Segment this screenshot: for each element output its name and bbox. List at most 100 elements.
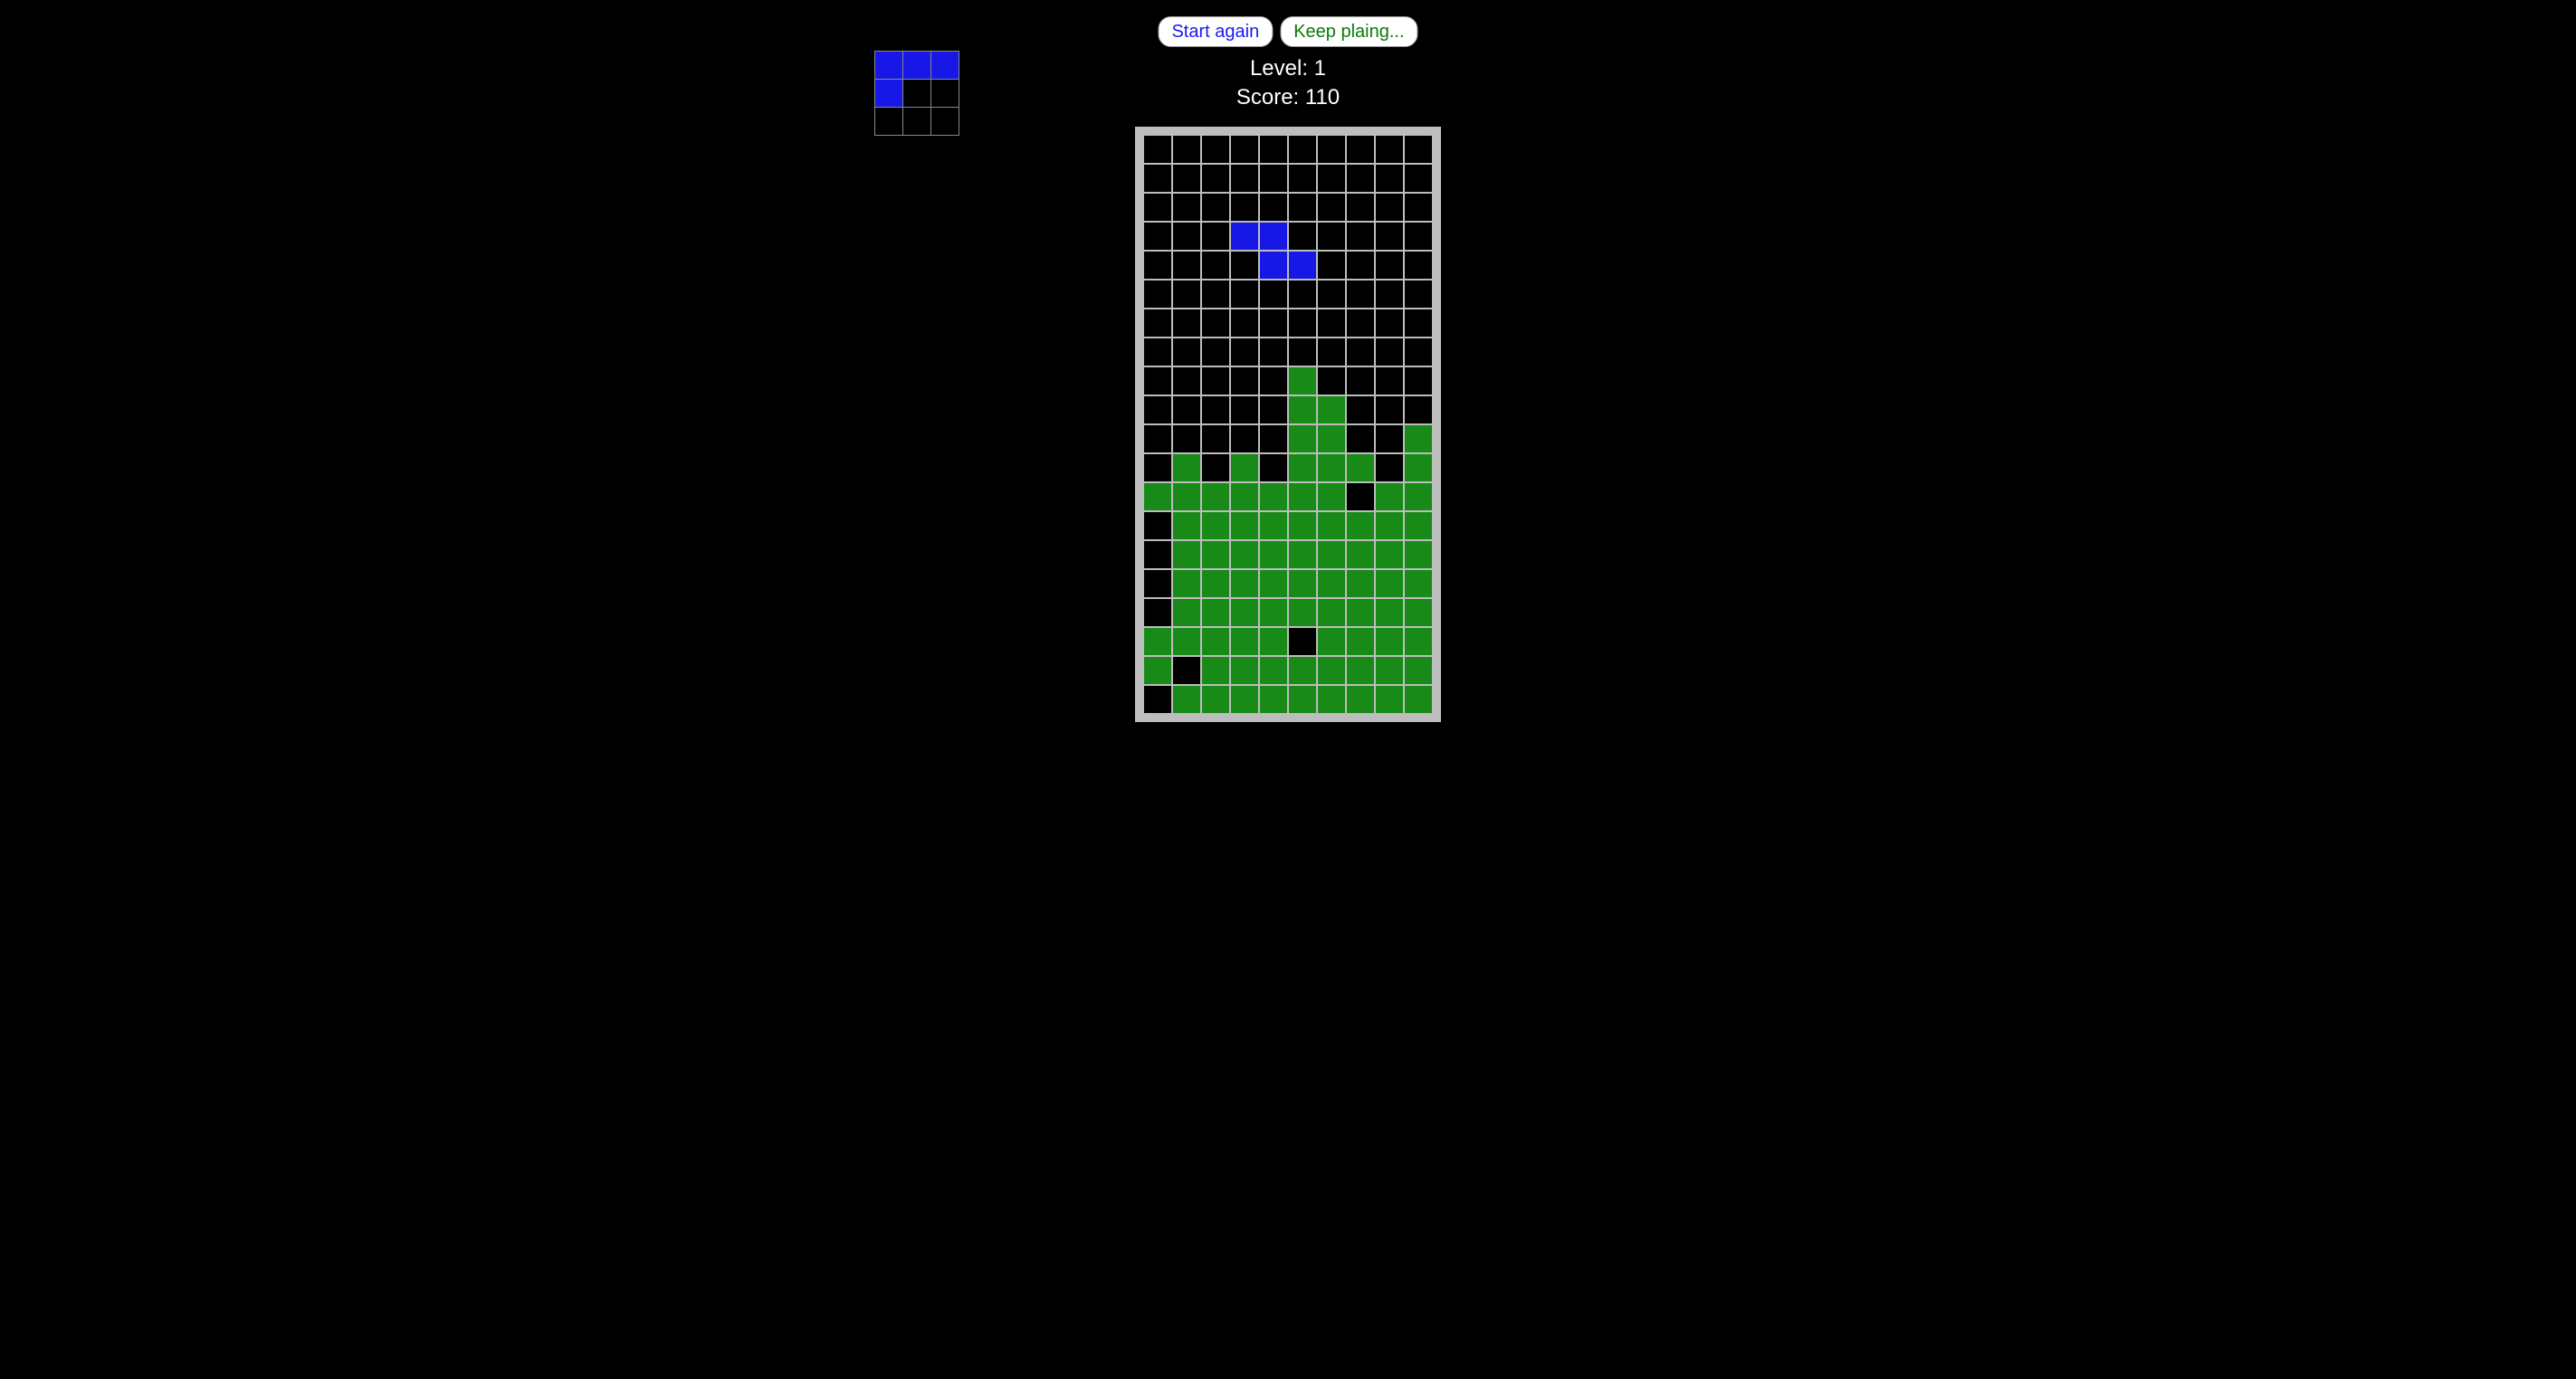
board-cell xyxy=(1202,194,1229,221)
game-stage: Start again Keep plaing... Level: 1 Scor… xyxy=(606,0,1970,729)
board-cell xyxy=(1405,338,1432,366)
board-cell xyxy=(1202,281,1229,308)
board-cell xyxy=(1144,570,1171,597)
board-cell xyxy=(1376,223,1403,250)
board-cell xyxy=(1260,483,1287,510)
board-cell xyxy=(1202,657,1229,684)
board-cell xyxy=(1231,570,1258,597)
level-label: Level: xyxy=(1250,56,1314,81)
board-cell xyxy=(1144,252,1171,279)
board-cell xyxy=(1173,454,1200,481)
board-cell xyxy=(1347,657,1374,684)
board-cell xyxy=(1260,252,1287,279)
board-cell xyxy=(1318,136,1345,163)
board-cell xyxy=(1231,194,1258,221)
board-cell xyxy=(1231,136,1258,163)
board-cell xyxy=(1202,252,1229,279)
board-cell xyxy=(1260,223,1287,250)
board-cell xyxy=(1318,396,1345,423)
board-cell xyxy=(1231,599,1258,626)
board-cell xyxy=(1260,512,1287,539)
board-cell xyxy=(1260,309,1287,337)
board-cell xyxy=(1289,541,1316,568)
board-cell xyxy=(1260,599,1287,626)
preview-cell xyxy=(875,52,902,79)
board-cell xyxy=(1318,686,1345,713)
board-cell xyxy=(1289,136,1316,163)
preview-cell xyxy=(875,108,902,135)
board-cell xyxy=(1376,570,1403,597)
board-cell xyxy=(1231,165,1258,192)
board-cell xyxy=(1405,657,1432,684)
board-cell xyxy=(1347,570,1374,597)
board-cell xyxy=(1289,165,1316,192)
board-cell xyxy=(1376,281,1403,308)
preview-cell xyxy=(931,108,959,135)
board-cell xyxy=(1347,483,1374,510)
board-cell xyxy=(1260,425,1287,452)
score-line: Score: 110 xyxy=(1236,83,1340,112)
board-cell xyxy=(1405,570,1432,597)
board-cell xyxy=(1144,686,1171,713)
board-cell xyxy=(1318,599,1345,626)
board-cell xyxy=(1202,512,1229,539)
board-cell xyxy=(1173,136,1200,163)
board-cell xyxy=(1376,252,1403,279)
board-cell xyxy=(1347,599,1374,626)
board-cell xyxy=(1144,657,1171,684)
board-cell xyxy=(1260,194,1287,221)
board-cell xyxy=(1173,599,1200,626)
board-cell xyxy=(1318,483,1345,510)
board-cell xyxy=(1347,252,1374,279)
board-cell xyxy=(1144,425,1171,452)
board-cell xyxy=(1202,541,1229,568)
preview-cell xyxy=(903,52,930,79)
board-cell xyxy=(1289,281,1316,308)
board-cell xyxy=(1405,367,1432,395)
board-cell xyxy=(1231,252,1258,279)
board-cell xyxy=(1289,252,1316,279)
board-cell xyxy=(1376,628,1403,655)
board-cell xyxy=(1376,425,1403,452)
board-cell xyxy=(1260,396,1287,423)
board-cell xyxy=(1173,425,1200,452)
board-cell xyxy=(1173,628,1200,655)
preview-cell xyxy=(931,80,959,107)
board-cell xyxy=(1173,165,1200,192)
start-again-button[interactable]: Start again xyxy=(1158,16,1273,47)
board-cell xyxy=(1144,628,1171,655)
board-cell xyxy=(1231,338,1258,366)
play-board[interactable] xyxy=(1144,136,1432,713)
board-cell xyxy=(1144,541,1171,568)
board-cell xyxy=(1347,454,1374,481)
level-value: 1 xyxy=(1314,56,1326,81)
keep-playing-button[interactable]: Keep plaing... xyxy=(1280,16,1417,47)
board-cell xyxy=(1260,541,1287,568)
board-cell xyxy=(1318,281,1345,308)
board-cell xyxy=(1405,396,1432,423)
board-cell xyxy=(1405,136,1432,163)
preview-cell xyxy=(903,108,930,135)
board-cell xyxy=(1405,686,1432,713)
board-cell xyxy=(1173,367,1200,395)
board-cell xyxy=(1144,396,1171,423)
board-cell xyxy=(1405,628,1432,655)
board-cell xyxy=(1376,367,1403,395)
board-cell xyxy=(1347,136,1374,163)
board-cell xyxy=(1347,194,1374,221)
board-cell xyxy=(1202,425,1229,452)
board-cell xyxy=(1173,686,1200,713)
board-cell xyxy=(1347,686,1374,713)
board-cell xyxy=(1347,309,1374,337)
board-cell xyxy=(1231,367,1258,395)
board-cell xyxy=(1376,338,1403,366)
board-cell xyxy=(1231,425,1258,452)
board-cell xyxy=(1144,194,1171,221)
board-cell xyxy=(1318,165,1345,192)
board-cell xyxy=(1318,512,1345,539)
board-cell xyxy=(1260,281,1287,308)
board-cell xyxy=(1289,194,1316,221)
board-cell xyxy=(1376,512,1403,539)
board-cell xyxy=(1144,338,1171,366)
score-label: Score: xyxy=(1236,85,1305,109)
